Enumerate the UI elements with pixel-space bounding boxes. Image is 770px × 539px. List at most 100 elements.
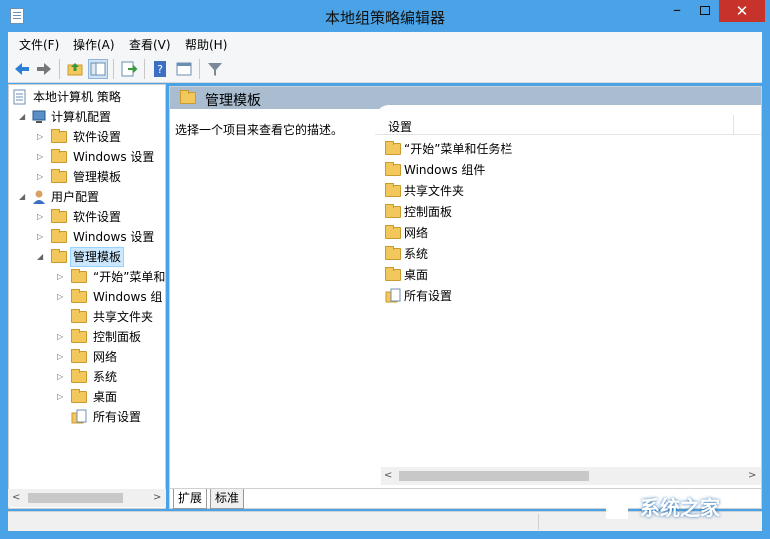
folder-icon [71,349,87,363]
tree-computer-config-label: 计算机配置 [51,110,112,124]
details-pane: 管理模板 选择一个项目来查看它的描述。 设置 “开始”菜单和任务栏 Window… [169,86,762,509]
expand-arrow-icon[interactable]: ▷ [57,327,65,347]
collapse-arrow-icon[interactable]: ◢ [19,107,27,127]
expand-arrow-icon[interactable]: ▷ [57,387,65,407]
tree-item-label: Windows 设置 [73,230,155,244]
scroll-left-icon[interactable]: < [384,470,392,481]
list-item-label: “开始”菜单和任务栏 [404,142,513,156]
folder-icon [385,183,401,197]
up-level-button[interactable] [65,59,85,79]
tree-item-label: 系统 [93,370,118,384]
tree-item-label: 软件设置 [73,210,122,224]
list-item-label: 网络 [404,226,429,240]
folder-icon [71,389,87,403]
list-item-label: 共享文件夹 [404,184,465,198]
back-arrow-icon [15,63,29,75]
filter-button[interactable] [205,59,225,79]
expand-arrow-icon[interactable]: ▷ [37,167,45,187]
export-icon [121,61,138,77]
all-settings-icon [71,409,87,424]
menu-view[interactable]: 查看(V) [129,36,171,53]
back-button[interactable] [12,59,32,79]
window-title: 本地组策略编辑器 [324,9,445,27]
minimize-button[interactable]: – [663,0,691,22]
folder-icon [385,162,401,176]
scroll-thumb[interactable] [28,493,123,503]
tab-standard[interactable]: 标准 [210,489,245,509]
folder-icon [71,269,87,283]
toolbar-separator [59,59,60,79]
console-tree-icon [90,62,106,76]
expand-arrow-icon[interactable]: ▷ [37,227,45,247]
maximize-button[interactable] [691,0,719,22]
collapse-arrow-icon[interactable]: ◢ [19,187,27,207]
expand-arrow-icon[interactable]: ▷ [37,207,45,227]
tab-extended[interactable]: 扩展 [173,489,208,509]
folder-icon [385,246,401,260]
list-horizontal-scrollbar[interactable]: < > [381,467,761,485]
folder-icon [385,204,401,218]
expand-arrow-icon[interactable]: ▷ [57,267,65,287]
expand-arrow-icon[interactable]: ▷ [57,287,65,307]
folder-icon [385,267,401,281]
computer-icon [32,110,46,123]
toolbar-separator [113,59,114,79]
folder-icon [71,329,87,343]
section-title: 管理模板 [205,93,261,109]
forward-arrow-icon [37,63,51,75]
toolbar-separator [144,59,145,79]
export-list-button[interactable] [119,59,139,79]
expand-arrow-icon[interactable]: ▷ [37,127,45,147]
toolbar: ? [8,55,762,83]
tree-item-label: 控制面板 [93,330,142,344]
list-item-label: 桌面 [404,268,429,282]
expand-arrow-icon[interactable]: ▷ [57,367,65,387]
expand-arrow-icon[interactable]: ▷ [57,347,65,367]
maximize-icon [700,6,710,15]
scroll-left-icon[interactable]: < [12,492,20,503]
settings-list: 设置 “开始”菜单和任务栏 Windows 组件 共享文件夹 控制面板 网络 系… [375,105,761,470]
expand-arrow-icon[interactable]: ▷ [37,147,45,167]
folder-icon [51,169,67,183]
tree-item-label: 软件设置 [73,130,122,144]
tree-root-label: 本地计算机 策略 [33,90,121,104]
policy-document-icon [13,89,26,105]
folder-icon [51,249,67,263]
folder-icon [71,309,87,323]
help-button[interactable]: ? [150,59,170,79]
user-icon [33,190,45,204]
tree-item-label: Windows 组 [93,290,163,304]
menu-action[interactable]: 操作(A) [73,36,115,53]
properties-button[interactable] [174,59,194,79]
menu-file[interactable]: 文件(F) [19,36,59,53]
tree-item-label: Windows 设置 [73,150,155,164]
folder-up-icon [67,63,83,76]
list-item-label: 所有设置 [404,289,453,303]
tree-horizontal-scrollbar[interactable]: < > [8,489,166,507]
forward-button[interactable] [34,59,54,79]
show-hide-tree-button[interactable] [88,59,108,79]
console-tree: 本地计算机 策略 ◢ 计算机配置 ▷ 软件设置 ▷ Windows 设置 ▷ 管… [8,84,166,509]
all-settings-icon [385,288,401,303]
svg-text:?: ? [157,63,163,76]
folder-icon [51,149,67,163]
scroll-right-icon[interactable]: > [153,492,161,503]
close-button[interactable]: ✕ [719,0,765,22]
scroll-thumb[interactable] [399,471,589,481]
folder-icon [385,141,401,155]
list-item-label: Windows 组件 [404,163,486,177]
tree-item-label: 桌面 [93,390,118,404]
menu-help[interactable]: 帮助(H) [185,36,227,53]
menu-bar: 文件(F) 操作(A) 查看(V) 帮助(H) [8,32,762,55]
help-icon: ? [154,61,166,77]
folder-icon [51,209,67,223]
watermark-text: 系统之家 [640,496,720,520]
properties-icon [176,62,192,76]
folder-icon [180,90,196,104]
column-header[interactable]: 设置 [375,115,761,135]
scroll-right-icon[interactable]: > [748,470,756,481]
filter-icon [208,63,222,76]
tree-item-label: 管理模板 [70,247,125,267]
status-divider [538,514,539,530]
collapse-arrow-icon[interactable]: ◢ [37,247,45,267]
